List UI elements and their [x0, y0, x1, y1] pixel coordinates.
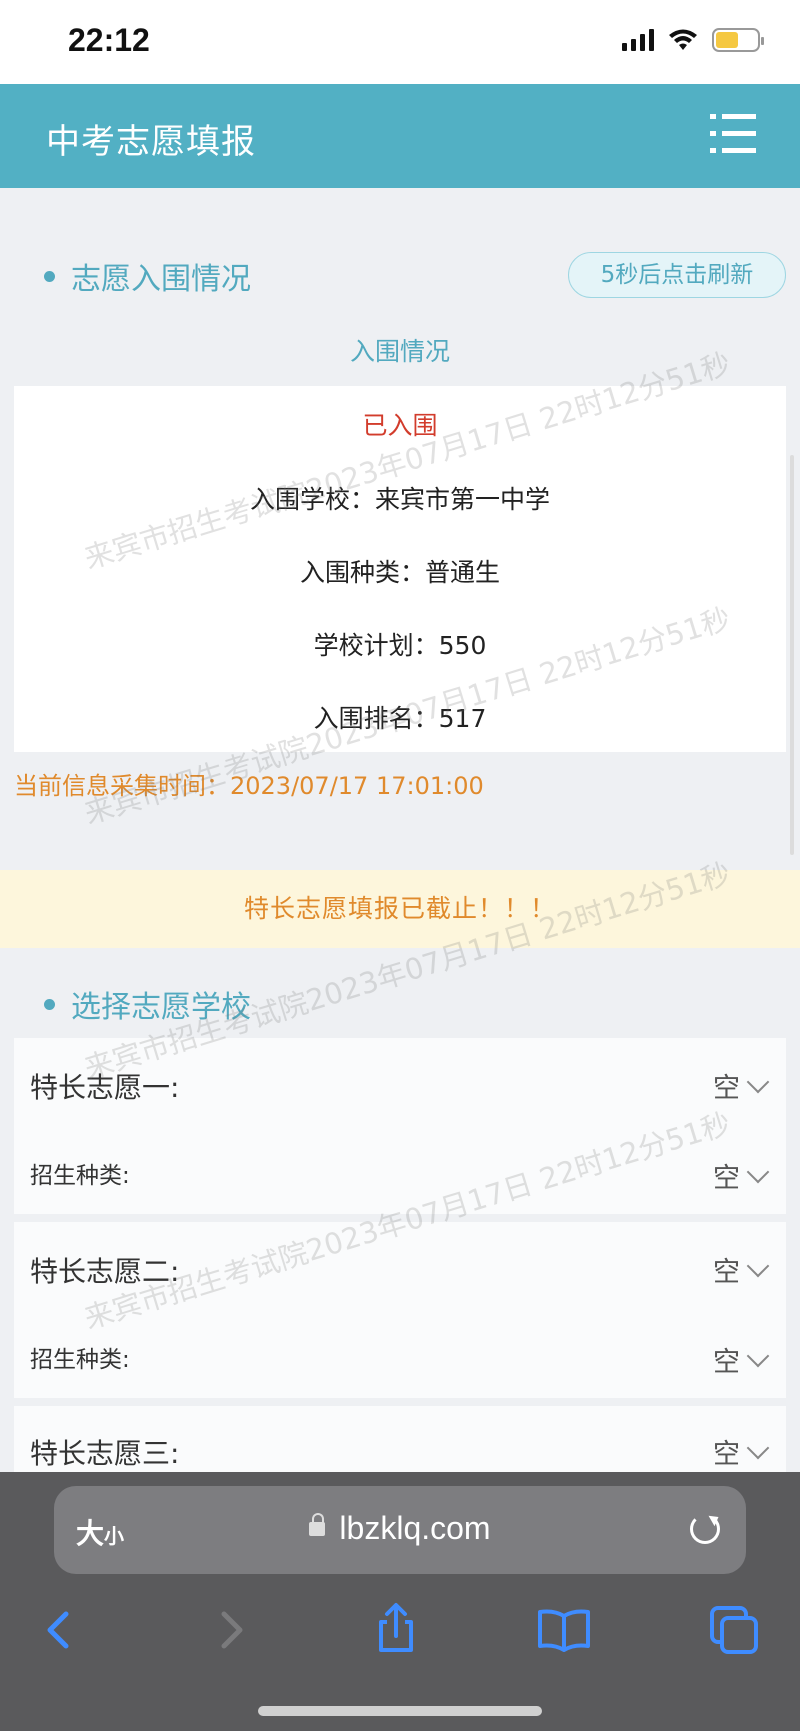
- chevron-down-icon: [746, 1344, 770, 1367]
- deadline-banner: 特长志愿填报已截止！！！: [0, 870, 800, 948]
- choice-value: 空: [713, 1073, 740, 1104]
- choice-value: 空: [713, 1439, 740, 1470]
- url-display[interactable]: lbzklq.com: [54, 1510, 746, 1547]
- url-text: lbzklq.com: [339, 1510, 491, 1546]
- choice-select[interactable]: 空: [713, 1066, 770, 1105]
- choice-card-1: 特长志愿一: 空 招生种类: 空: [14, 1038, 786, 1214]
- page-title: 中考志愿填报: [46, 122, 256, 162]
- collect-time: 当前信息采集时间：2023/07/17 17:01:00: [14, 772, 484, 800]
- choice-card-2: 特长志愿二: 空 招生种类: 空: [14, 1222, 786, 1398]
- choices-section-title: 选择志愿学校: [44, 982, 251, 1026]
- status-icons: [622, 28, 764, 52]
- chevron-down-icon: [746, 1254, 770, 1277]
- school-plan: 学校计划：550: [313, 631, 487, 660]
- menu-list-icon[interactable]: [710, 114, 756, 154]
- share-icon[interactable]: [366, 1600, 426, 1660]
- lock-icon: [309, 1512, 326, 1536]
- status-time: 22:12: [68, 22, 150, 58]
- battery-icon: [712, 28, 764, 52]
- reload-icon[interactable]: [690, 1514, 720, 1544]
- bullet-dot: [44, 998, 55, 1010]
- admission-type: 入围种类：普通生: [299, 558, 500, 587]
- wifi-icon: [669, 29, 697, 50]
- back-icon[interactable]: [30, 1600, 90, 1660]
- refresh-button[interactable]: 5秒后点击刷新: [568, 252, 786, 298]
- app-header: 中考志愿填报: [0, 84, 800, 188]
- chevron-down-icon: [746, 1160, 770, 1183]
- browser-toolbar: 大小 lbzklq.com: [0, 1472, 800, 1731]
- admission-subtitle: 入围情况: [349, 337, 450, 366]
- browser-nav-row: [0, 1600, 800, 1670]
- type-value: 空: [713, 1163, 740, 1194]
- choice-select[interactable]: 空: [713, 1432, 770, 1471]
- choice-label: 特长志愿一:: [30, 1071, 180, 1104]
- admission-status: 已入围: [362, 411, 438, 440]
- tabs-icon[interactable]: [704, 1600, 764, 1660]
- address-bar[interactable]: 大小 lbzklq.com: [54, 1486, 746, 1574]
- choice-card-3: 特长志愿三: 空: [14, 1406, 786, 1472]
- choice-label: 特长志愿二:: [30, 1255, 180, 1288]
- choice-select[interactable]: 空: [713, 1250, 770, 1289]
- scrollbar[interactable]: [790, 455, 794, 855]
- choice-label: 特长志愿三:: [30, 1437, 180, 1470]
- home-indicator: [258, 1706, 542, 1716]
- type-select[interactable]: 空: [713, 1340, 770, 1379]
- type-value: 空: [713, 1347, 740, 1378]
- forward-icon[interactable]: [200, 1600, 260, 1660]
- chevron-down-icon: [746, 1436, 770, 1459]
- choices-section-label: 选择志愿学校: [71, 990, 251, 1025]
- type-label: 招生种类:: [30, 1347, 130, 1373]
- admitted-school: 入围学校：来宾市第一中学: [249, 485, 550, 514]
- admission-info-card: 已入围 入围学校：来宾市第一中学 入围种类：普通生 学校计划：550 入围排名：…: [14, 386, 786, 752]
- admission-section-label: 志愿入围情况: [71, 262, 251, 297]
- admission-rank: 入围排名：517: [313, 704, 487, 733]
- cellular-signal-icon: [622, 29, 654, 51]
- chevron-down-icon: [746, 1070, 770, 1093]
- status-bar: 22:12: [0, 0, 800, 84]
- bullet-dot: [44, 270, 55, 282]
- type-label: 招生种类:: [30, 1163, 130, 1189]
- choice-value: 空: [713, 1257, 740, 1288]
- admission-section-title: 志愿入围情况: [44, 254, 251, 298]
- type-select[interactable]: 空: [713, 1156, 770, 1195]
- bookmarks-icon[interactable]: [534, 1600, 594, 1660]
